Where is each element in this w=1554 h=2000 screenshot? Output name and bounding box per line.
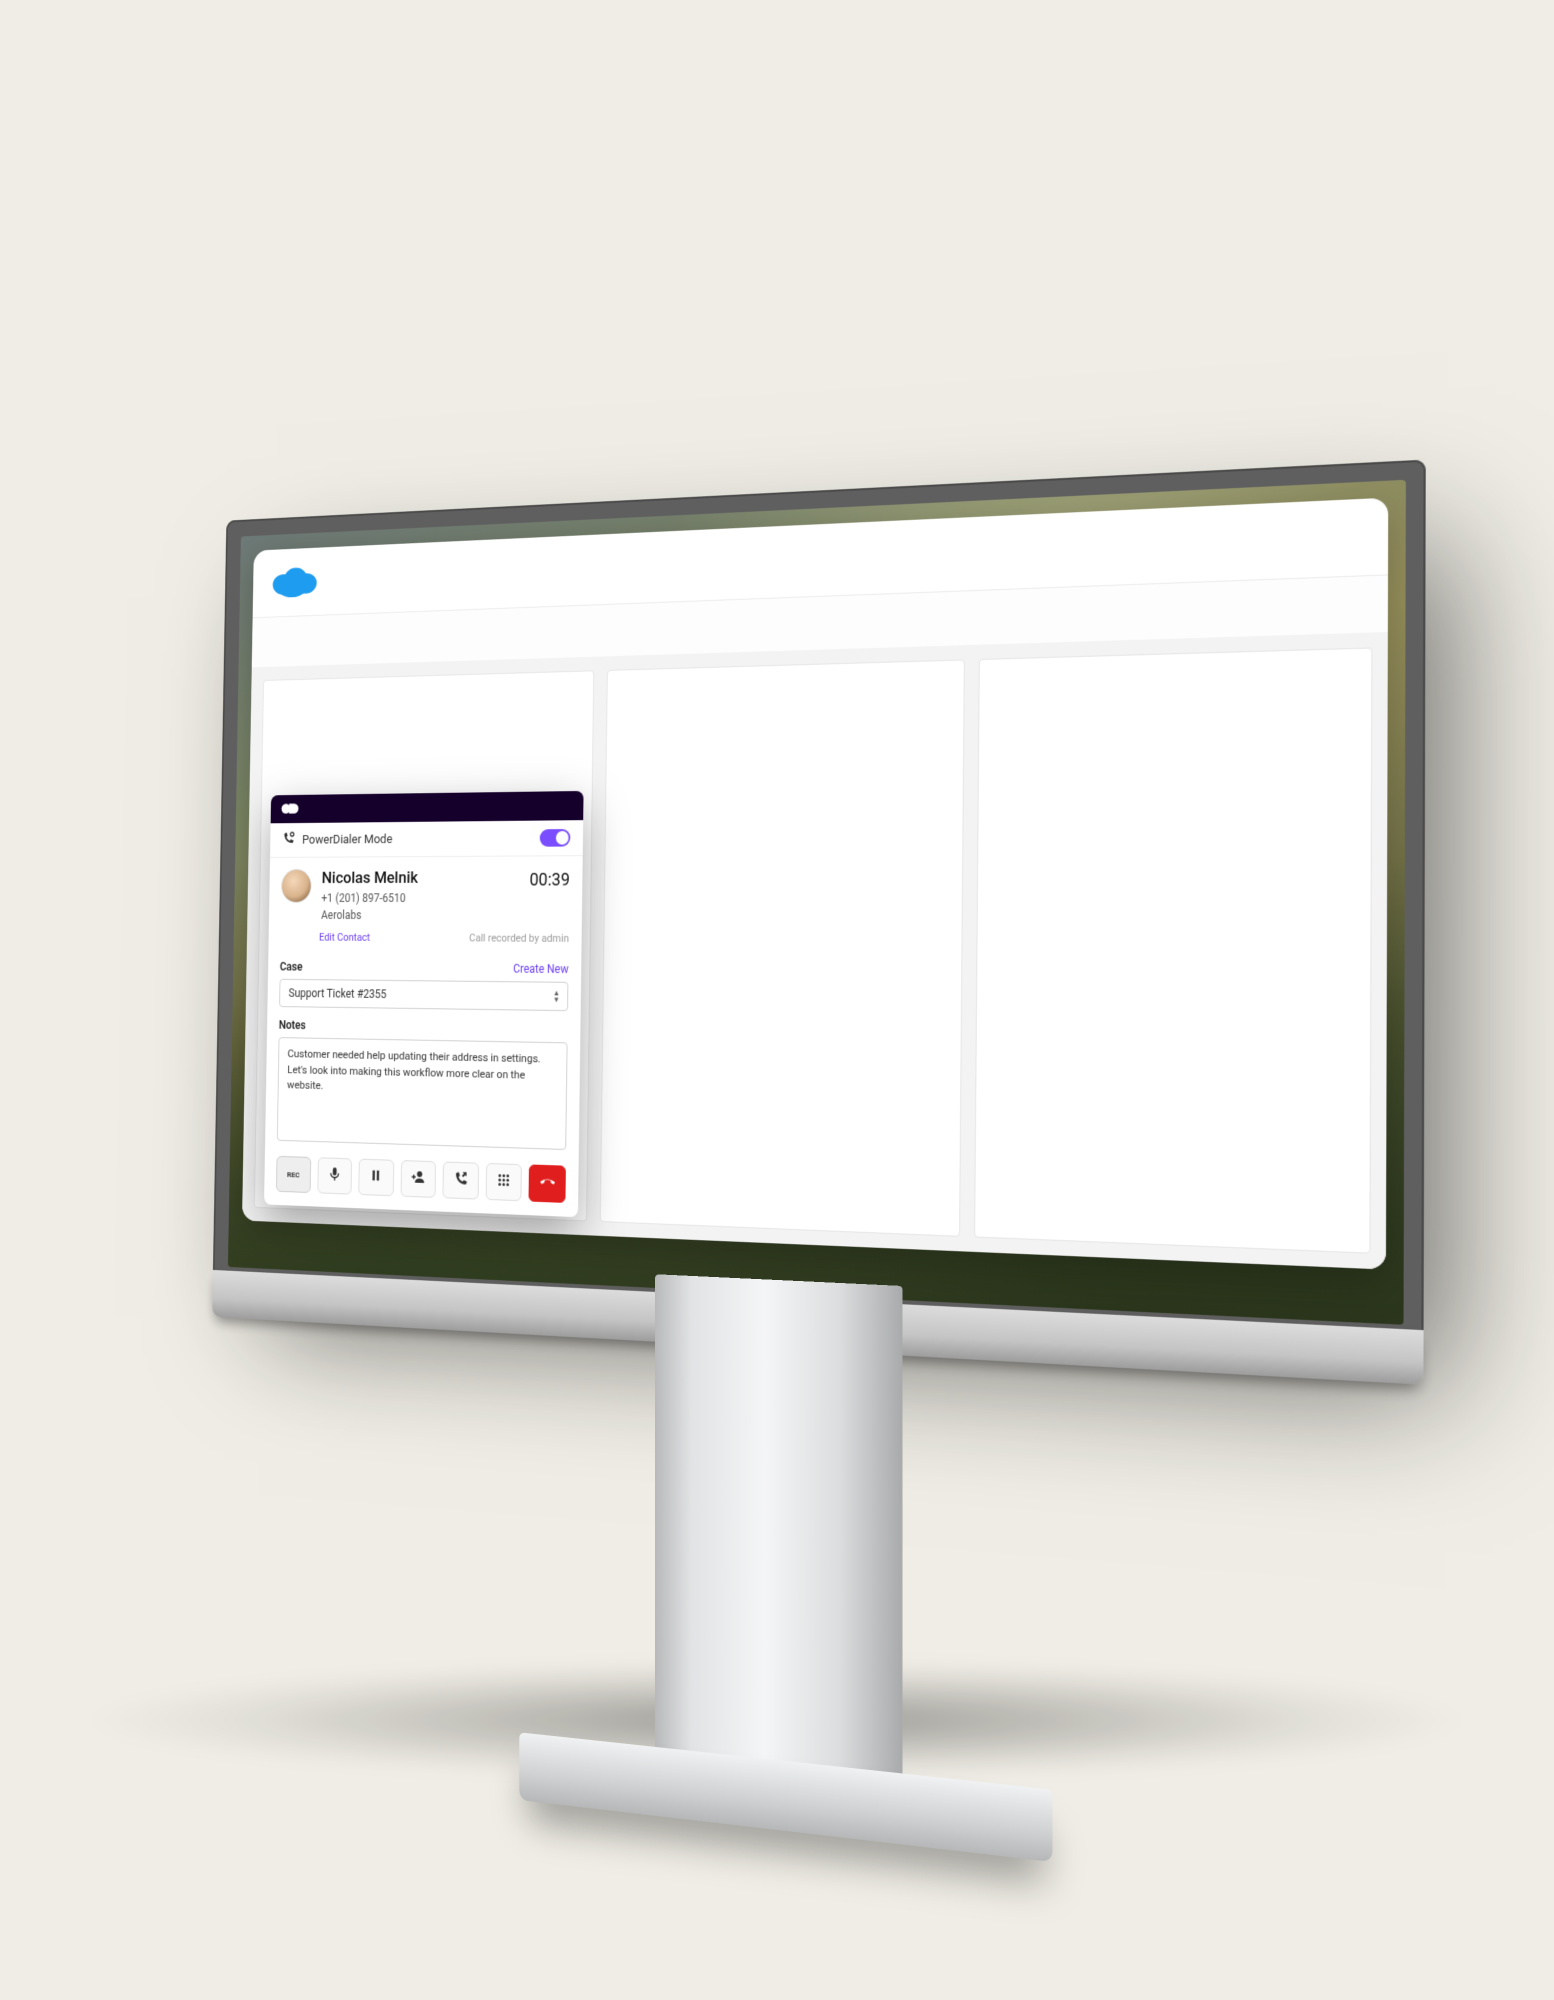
transfer-icon: [453, 1170, 469, 1192]
pause-icon: [368, 1167, 384, 1189]
contact-main: Nicolas Melnik +1 (201) 897-6510 Aerolab…: [321, 868, 519, 922]
salesforce-window: PowerDialer Mode Nicolas Melnik +1 (201)…: [242, 498, 1388, 1270]
call-timer: 00:39: [529, 870, 570, 890]
powerdialer-toggle[interactable]: [540, 829, 571, 847]
dialer-panel: PowerDialer Mode Nicolas Melnik +1 (201)…: [264, 791, 584, 1217]
dialpad-icon: [496, 1171, 512, 1193]
hangup-button[interactable]: [529, 1164, 566, 1203]
contact-phone: +1 (201) 897-6510: [321, 891, 518, 905]
contact-row: Nicolas Melnik +1 (201) 897-6510 Aerolab…: [269, 856, 583, 928]
scene: PowerDialer Mode Nicolas Melnik +1 (201)…: [147, 490, 1407, 1310]
dialer-mode-label: PowerDialer Mode: [302, 832, 392, 847]
dialpad-button[interactable]: [486, 1163, 523, 1201]
hangup-icon: [538, 1172, 556, 1196]
monitor: PowerDialer Mode Nicolas Melnik +1 (201)…: [213, 460, 1426, 1346]
right-panel: [974, 647, 1372, 1253]
case-section-head: Case Create New: [280, 960, 569, 976]
recording-notice: Call recorded by admin: [469, 932, 569, 945]
notes-textarea[interactable]: Customer needed help updating their addr…: [277, 1037, 568, 1150]
select-stepper-icon: ▲▼: [553, 989, 560, 1003]
edit-contact-link[interactable]: Edit Contact: [319, 931, 370, 944]
mute-button[interactable]: [317, 1157, 352, 1194]
hold-button[interactable]: [358, 1159, 394, 1197]
dialer-header: [271, 791, 584, 823]
contact-avatar: [281, 869, 312, 903]
microphone-icon: [327, 1165, 343, 1186]
monitor-bezel: PowerDialer Mode Nicolas Melnik +1 (201)…: [213, 460, 1426, 1346]
desktop-wallpaper: PowerDialer Mode Nicolas Melnik +1 (201)…: [228, 480, 1406, 1325]
notes-section-head: Notes: [279, 1018, 568, 1036]
add-person-icon: [410, 1168, 426, 1190]
case-label: Case: [280, 960, 303, 973]
contact-company: Aerolabs: [321, 908, 518, 922]
call-controls: REC: [264, 1144, 579, 1217]
case-select[interactable]: Support Ticket #2355 ▲▼: [279, 979, 568, 1011]
dialer-mode-left: PowerDialer Mode: [282, 830, 393, 850]
case-section: Case Create New Support Ticket #2355 ▲▼: [267, 952, 581, 1015]
create-case-link[interactable]: Create New: [513, 962, 569, 976]
notes-section: Notes Customer needed help updating thei…: [265, 1011, 581, 1155]
dialer-mode-row: PowerDialer Mode: [270, 820, 583, 858]
phone-settings-icon: [282, 831, 296, 850]
record-button[interactable]: REC: [276, 1156, 311, 1193]
contact-actions: Edit Contact Call recorded by admin: [268, 927, 581, 954]
center-panel: [600, 659, 965, 1236]
dialpad-logo-icon: [281, 801, 301, 816]
salesforce-cloud-icon: [269, 563, 318, 602]
contact-name: Nicolas Melnik: [322, 868, 519, 888]
record-label: REC: [287, 1170, 300, 1179]
case-selected: Support Ticket #2355: [289, 986, 387, 1000]
add-participant-button[interactable]: [400, 1160, 436, 1198]
notes-label: Notes: [279, 1018, 306, 1032]
transfer-button[interactable]: [443, 1162, 479, 1200]
monitor-stand-neck: [655, 1274, 902, 1814]
